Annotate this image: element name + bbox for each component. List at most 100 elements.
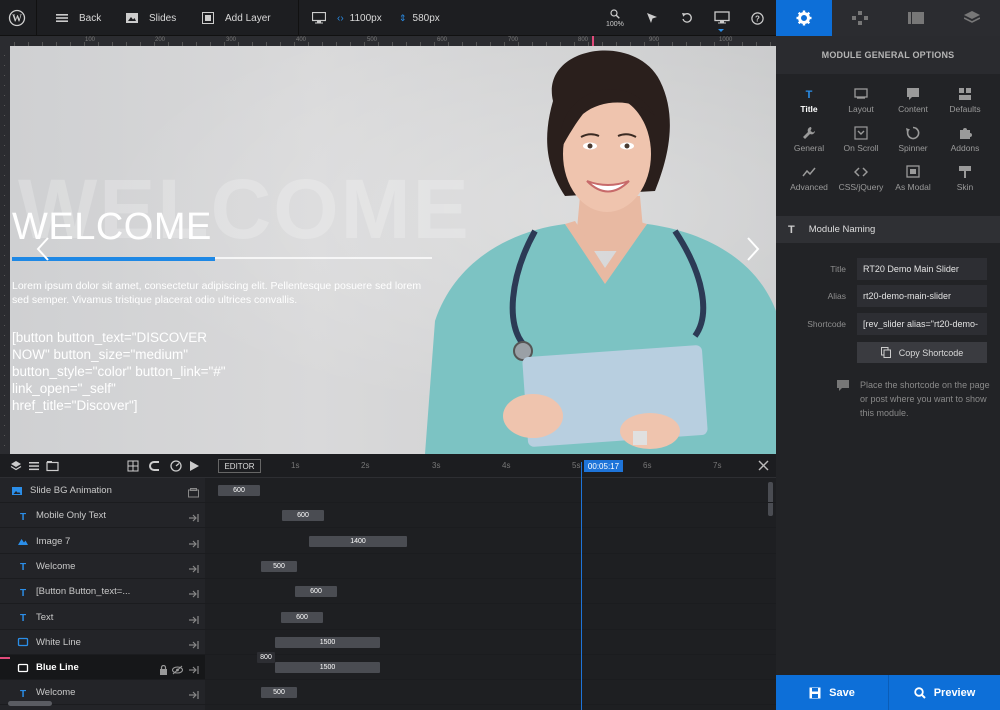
animation-bar[interactable]: 1500 xyxy=(275,636,380,648)
layer-row[interactable]: White Line xyxy=(0,630,205,655)
shortcode-field[interactable] xyxy=(857,313,987,335)
panel-tabs xyxy=(776,0,1000,36)
animation-bar[interactable]: 600 xyxy=(295,586,337,598)
layer-row[interactable]: Slide BG Animation xyxy=(0,478,205,503)
slides-button[interactable]: Slides xyxy=(126,0,176,36)
option-as-modal[interactable]: As Modal xyxy=(887,162,939,198)
delay-bar[interactable]: 800 xyxy=(257,652,275,664)
add-layer-button[interactable]: Add Layer xyxy=(202,0,271,36)
option-label: Addons xyxy=(950,143,980,153)
help-icon[interactable]: ? xyxy=(751,0,764,36)
layer-row[interactable]: T Mobile Only Text xyxy=(0,503,205,529)
lorem-text-layer[interactable]: Lorem ipsum dolor sit amet, consectetur … xyxy=(12,279,432,307)
option-advanced[interactable]: Advanced xyxy=(783,162,835,198)
list-icon[interactable] xyxy=(28,460,40,472)
layer-row[interactable]: T [Button Button_text=... xyxy=(0,579,205,605)
tab-navigation[interactable] xyxy=(832,0,888,36)
goto-layer-icon[interactable] xyxy=(188,662,199,680)
wordpress-logo-icon[interactable]: W xyxy=(8,0,26,36)
copy-shortcode-label: Copy Shortcode xyxy=(898,347,964,358)
device-desktop-icon[interactable] xyxy=(312,0,326,36)
height-field[interactable]: ⇕ 580px xyxy=(399,0,440,36)
goto-layer-icon[interactable] xyxy=(188,561,199,579)
option-general[interactable]: General xyxy=(783,123,835,159)
animation-bar[interactable]: 1500 xyxy=(275,662,380,674)
animation-bar[interactable]: 600 xyxy=(281,611,323,623)
magnet-icon[interactable] xyxy=(149,460,161,472)
top-toolbar: W Back Slides Add Layer ‹› 1100px ⇕ 580p… xyxy=(0,0,776,36)
goto-layer-icon[interactable] xyxy=(188,510,199,528)
folder-icon[interactable] xyxy=(46,460,59,472)
button-shortcode-layer[interactable]: [button button_text="DISCOVER NOW" butto… xyxy=(12,329,232,414)
layers-icon[interactable] xyxy=(10,460,22,472)
layer-row[interactable]: Image 7 xyxy=(0,529,205,554)
preview-label: Preview xyxy=(933,686,976,699)
track-row: 1500 xyxy=(205,630,776,655)
undo-icon[interactable] xyxy=(681,0,693,36)
prev-arrow-icon[interactable] xyxy=(35,236,51,262)
title-row: Title xyxy=(776,258,1000,280)
goto-layer-icon[interactable] xyxy=(188,612,199,630)
width-field[interactable]: ‹› 1100px xyxy=(337,0,382,36)
next-arrow-icon[interactable] xyxy=(745,236,761,262)
playhead[interactable] xyxy=(581,462,582,710)
right-panel: MODULE GENERAL OPTIONS T Title Layout Conte… xyxy=(776,0,1000,710)
option-label: Defaults xyxy=(949,104,981,114)
copy-shortcode-button[interactable]: Copy Shortcode xyxy=(857,342,987,363)
tab-layers[interactable] xyxy=(944,0,1000,36)
option-content[interactable]: Content xyxy=(887,84,939,120)
option-addons[interactable]: Addons xyxy=(939,123,991,159)
animation-bar[interactable]: 500 xyxy=(261,687,297,699)
alias-field[interactable] xyxy=(857,285,987,307)
close-icon[interactable] xyxy=(758,460,769,471)
animation-bar[interactable]: 500 xyxy=(261,560,297,572)
option-label: On Scroll xyxy=(843,143,879,153)
goto-layer-icon[interactable] xyxy=(188,637,199,655)
option-title[interactable]: T Title xyxy=(783,84,835,120)
layer-name: White Line xyxy=(36,636,81,648)
back-button[interactable]: Back xyxy=(56,0,101,36)
animation-bar[interactable]: 1400 xyxy=(309,535,407,547)
time-mark: 6s xyxy=(643,461,652,470)
speed-icon[interactable] xyxy=(170,460,182,472)
layer-name: Slide BG Animation xyxy=(30,485,112,496)
spinner-icon xyxy=(906,126,920,140)
layer-name: Welcome xyxy=(36,560,76,572)
lock-icon[interactable] xyxy=(159,662,168,680)
option-defaults[interactable]: Defaults xyxy=(939,84,991,120)
text-icon: T xyxy=(16,686,29,699)
zoom-control[interactable]: 100% xyxy=(606,0,624,36)
option-spinner[interactable]: Spinner xyxy=(887,123,939,159)
module-naming-section[interactable]: T Module Naming xyxy=(776,216,1000,243)
goto-layer-icon[interactable] xyxy=(188,536,199,554)
option-css-jquery[interactable]: CSS/jQuery xyxy=(835,162,887,198)
folder-icon[interactable] xyxy=(188,485,199,503)
text-icon: T xyxy=(16,585,29,598)
visibility-icon[interactable] xyxy=(171,662,184,680)
horizontal-scrollbar[interactable] xyxy=(8,701,52,706)
content-icon xyxy=(907,88,919,100)
option-on-scroll[interactable]: On Scroll xyxy=(835,123,887,159)
animation-bar[interactable]: 600 xyxy=(282,510,324,522)
animation-bar[interactable]: 600 xyxy=(218,485,260,496)
play-icon[interactable] xyxy=(190,461,199,471)
cursor-icon[interactable] xyxy=(646,0,658,36)
layer-row[interactable]: T Text xyxy=(0,605,205,630)
editor-label[interactable]: EDITOR xyxy=(218,459,261,473)
tab-module-settings[interactable] xyxy=(776,0,832,36)
save-button[interactable]: Save xyxy=(776,675,888,710)
option-skin[interactable]: Skin xyxy=(939,162,991,198)
option-layout[interactable]: Layout xyxy=(835,84,887,120)
current-time-badge[interactable]: 00:05:17 xyxy=(584,460,623,472)
goto-layer-icon[interactable] xyxy=(188,687,199,705)
slide-canvas[interactable]: WELCOME WELCOME Lorem ipsum dolor sit am… xyxy=(10,46,776,454)
layer-row[interactable]: Blue Line xyxy=(0,655,205,681)
tab-slide[interactable] xyxy=(888,0,944,36)
title-field[interactable] xyxy=(857,258,987,280)
grid-icon[interactable] xyxy=(127,460,139,472)
layer-row[interactable]: T Welcome xyxy=(0,554,205,579)
preview-button[interactable]: Preview xyxy=(889,675,1000,710)
slider-editor: W Back Slides Add Layer ‹› 1100px ⇕ 580p… xyxy=(0,0,1000,710)
goto-layer-icon[interactable] xyxy=(188,586,199,604)
section-title: Module Naming xyxy=(808,224,876,235)
